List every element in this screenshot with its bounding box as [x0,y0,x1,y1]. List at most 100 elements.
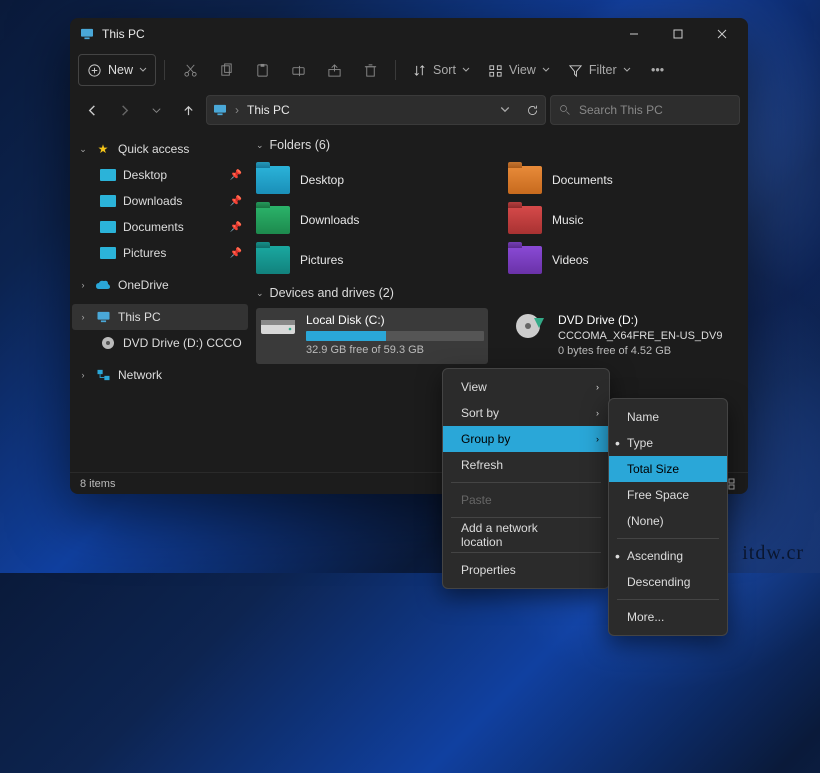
sort-button[interactable]: Sort [404,54,478,86]
folder-item[interactable]: Desktop [256,160,488,200]
drive-dvd[interactable]: DVD Drive (D:) CCCOMA_X64FRE_EN-US_DV9 0… [508,308,740,364]
minimize-button[interactable] [612,18,656,50]
menu-refresh[interactable]: Refresh [443,452,609,478]
cut-button[interactable] [173,54,207,86]
share-button[interactable] [317,54,351,86]
folder-item[interactable]: Pictures [256,240,488,280]
sidebar-this-pc[interactable]: ›This PC [72,304,248,330]
folder-item[interactable]: Videos [508,240,740,280]
back-button[interactable] [78,96,106,124]
menu-view[interactable]: View› [443,374,609,400]
submenu-name[interactable]: Name [609,404,727,430]
sidebar-label: Network [118,368,162,382]
sidebar-network[interactable]: › Network [72,362,248,388]
folder-icon [100,195,116,207]
this-pc-icon [213,104,227,116]
filter-icon [568,63,583,78]
disc-icon [512,312,548,340]
folder-icon [100,247,116,259]
close-button[interactable] [700,18,744,50]
menu-paste: Paste [443,487,609,513]
capacity-bar [306,331,484,341]
folder-icon [508,206,542,234]
sidebar-label: Desktop [123,168,167,182]
sidebar-dvd-drive[interactable]: DVD Drive (D:) CCCO [72,330,248,356]
chevron-right-icon: › [78,312,88,322]
submenu-ascending[interactable]: •Ascending [609,543,727,569]
folder-icon [508,246,542,274]
submenu-type[interactable]: •Type [609,430,727,456]
folder-item[interactable]: Downloads [256,200,488,240]
copy-button[interactable] [209,54,243,86]
address-bar[interactable]: › This PC [206,95,546,125]
chevron-down-icon: ⌄ [256,140,264,151]
share-icon [327,63,342,78]
chevron-right-icon: › [596,434,599,444]
chevron-right-icon: › [596,382,599,392]
delete-button[interactable] [353,54,387,86]
window-title: This PC [102,27,612,41]
sidebar-label: DVD Drive (D:) CCCO [123,336,242,350]
this-pc-icon [96,311,111,323]
up-button[interactable] [174,96,202,124]
folder-label: Music [552,213,583,227]
filter-button[interactable]: Filter [560,54,639,86]
view-icon [488,63,503,78]
breadcrumb-location[interactable]: This PC [247,103,290,117]
watermark: itdw.cr [742,542,804,565]
sidebar-item-desktop[interactable]: Desktop 📌 [72,162,248,188]
sidebar-label: OneDrive [118,278,169,292]
bullet-icon: • [615,435,620,451]
sidebar-item-documents[interactable]: Documents📌 [72,214,248,240]
sidebar-label: Documents [123,220,184,234]
sidebar: ⌄ ★ Quick access Desktop 📌 Downloads📌 Doc… [70,130,250,472]
submenu-free-space[interactable]: Free Space [609,482,727,508]
new-button[interactable]: New [78,54,156,86]
menu-sort-by[interactable]: Sort by› [443,400,609,426]
toolbar-separator [164,60,165,80]
star-icon: ★ [95,142,111,156]
folder-icon [100,169,116,181]
sidebar-label: Pictures [123,246,166,260]
rename-button[interactable] [281,54,315,86]
more-button[interactable]: ••• [641,54,675,86]
sidebar-item-downloads[interactable]: Downloads📌 [72,188,248,214]
folder-item[interactable]: Music [508,200,740,240]
chevron-down-icon: ⌄ [256,288,264,299]
chevron-right-icon: › [78,370,88,380]
chevron-down-icon[interactable] [500,105,510,115]
network-icon [95,368,111,382]
folder-item[interactable]: Documents [508,160,740,200]
drive-free: 0 bytes free of 4.52 GB [558,344,736,359]
drive-local-disk[interactable]: Local Disk (C:) 32.9 GB free of 59.3 GB [256,308,488,364]
cut-icon [183,63,198,78]
sidebar-quick-access[interactable]: ⌄ ★ Quick access [72,136,248,162]
view-button[interactable]: View [480,54,558,86]
chevron-right-icon: › [596,408,599,418]
rename-icon [291,63,306,78]
paste-button[interactable] [245,54,279,86]
submenu-none[interactable]: (None) [609,508,727,534]
sidebar-item-pictures[interactable]: Pictures📌 [72,240,248,266]
pin-icon: 📌 [230,170,242,181]
group-header-folders[interactable]: ⌄Folders (6) [256,138,740,152]
menu-properties[interactable]: Properties [443,557,609,583]
breadcrumb-sep: › [235,103,239,117]
group-header-drives[interactable]: ⌄Devices and drives (2) [256,286,740,300]
menu-group-by[interactable]: Group by› [443,426,609,452]
sidebar-onedrive[interactable]: ›OneDrive [72,272,248,298]
menu-add-network[interactable]: Add a network location [443,522,609,548]
submenu-more[interactable]: More... [609,604,727,630]
sidebar-label: Quick access [118,142,189,156]
refresh-icon[interactable] [526,104,539,117]
menu-separator [617,538,719,539]
drive-name: Local Disk (C:) [306,312,484,329]
pin-icon: 📌 [230,196,242,207]
search-input[interactable]: Search This PC [550,95,740,125]
cloud-icon [95,278,111,292]
maximize-button[interactable] [656,18,700,50]
recent-button[interactable] [142,96,170,124]
folder-label: Pictures [300,253,343,267]
submenu-total-size[interactable]: Total Size [609,456,727,482]
forward-button[interactable] [110,96,138,124]
